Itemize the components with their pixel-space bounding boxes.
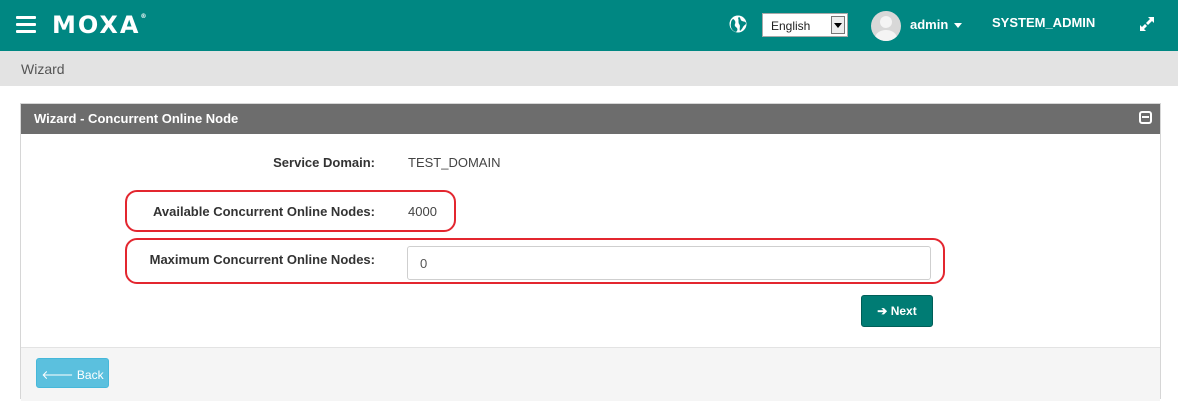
menu-icon[interactable] [16, 16, 36, 33]
chevron-down-icon[interactable] [831, 16, 845, 34]
globe-icon[interactable] [729, 15, 747, 33]
avatar[interactable] [871, 11, 901, 41]
next-button[interactable]: ➔ Next [861, 295, 933, 327]
collapse-icon[interactable] [1139, 111, 1152, 124]
arrow-right-icon: ➔ [877, 304, 888, 318]
language-select[interactable]: English [762, 13, 848, 37]
back-label: Back [76, 368, 104, 382]
service-domain-label: Service Domain: [273, 155, 375, 170]
arrow-left-icon: 🡐 [41, 368, 74, 382]
available-nodes-value: 4000 [408, 204, 437, 219]
language-value: English [771, 19, 811, 33]
panel-title: Wizard - Concurrent Online Node [34, 111, 239, 126]
max-nodes-input[interactable] [407, 246, 931, 280]
service-domain-value: TEST_DOMAIN [408, 155, 501, 170]
top-bar: MOXA® English admin SYSTEM_ADMIN [0, 0, 1178, 51]
expand-icon[interactable] [1137, 14, 1157, 34]
available-nodes-label: Available Concurrent Online Nodes: [152, 204, 375, 219]
logo-mark: ® [140, 13, 147, 20]
user-role: SYSTEM_ADMIN [992, 15, 1096, 30]
next-label: Next [890, 304, 917, 318]
breadcrumb[interactable]: Wizard [0, 51, 1178, 86]
back-button[interactable]: 🡐 Back [36, 358, 109, 388]
moxa-logo: MOXA® [52, 11, 147, 39]
wizard-panel: Wizard - Concurrent Online Node Service … [20, 103, 1161, 401]
user-menu[interactable]: admin [910, 17, 963, 32]
max-nodes-label: Maximum Concurrent Online Nodes: [149, 252, 375, 267]
caret-down-icon [954, 23, 963, 29]
panel-footer [21, 347, 1160, 401]
logo-text: MOXA [52, 11, 141, 39]
panel-header: Wizard - Concurrent Online Node [21, 104, 1160, 134]
user-name: admin [910, 17, 949, 32]
